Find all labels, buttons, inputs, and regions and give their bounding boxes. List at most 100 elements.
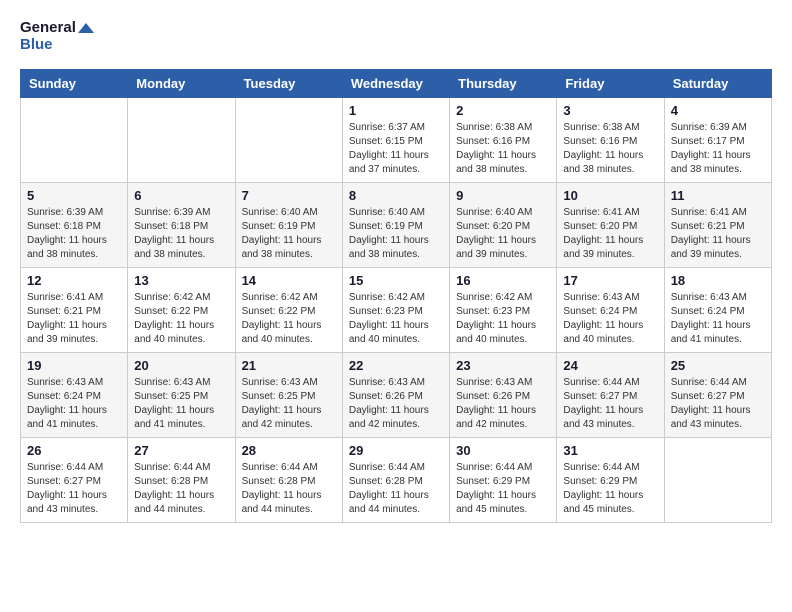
day-info: Sunrise: 6:43 AM Sunset: 6:25 PM Dayligh… xyxy=(134,376,228,432)
calendar-cell: 29 Sunrise: 6:44 AM Sunset: 6:28 PM Dayli… xyxy=(342,438,449,523)
calendar-cell: 14Sunrise: 6:42 AM Sunset: 6:22 PM Dayli… xyxy=(235,268,342,353)
calendar-cell: 18 Sunrise: 6:43 AM Sunset: 6:24 PM Dayli… xyxy=(664,268,771,353)
day-info: Sunrise: 6:40 AM Sunset: 6:19 PM Dayligh… xyxy=(242,206,336,262)
day-number: 22 xyxy=(349,358,443,373)
day-number: 5 xyxy=(27,188,121,203)
calendar-cell xyxy=(128,98,235,183)
day-info: Sunrise: 6:39 AM Sunset: 6:18 PM Dayligh… xyxy=(134,206,228,262)
calendar-cell: 12 Sunrise: 6:41 AM Sunset: 6:21 PM Dayli… xyxy=(21,268,128,353)
day-info: Sunrise: 6:42 AM Sunset: 6:22 PM Dayligh… xyxy=(134,291,228,347)
day-number: 12 xyxy=(27,273,121,288)
day-info: Sunrise: 6:41 AM Sunset: 6:21 PM Dayligh… xyxy=(27,291,121,347)
logo-text: General Blue xyxy=(20,20,94,53)
day-number: 15 xyxy=(349,273,443,288)
calendar-cell: 2Sunrise: 6:38 AM Sunset: 6:16 PM Daylig… xyxy=(450,98,557,183)
day-info: Sunrise: 6:41 AM Sunset: 6:21 PM Dayligh… xyxy=(671,206,765,262)
calendar-cell: 20 Sunrise: 6:43 AM Sunset: 6:25 PM Dayli… xyxy=(128,353,235,438)
day-number: 30 xyxy=(456,443,550,458)
calendar-week-row: 12 Sunrise: 6:41 AM Sunset: 6:21 PM Dayli… xyxy=(21,268,772,353)
calendar-cell: 4 Sunrise: 6:39 AM Sunset: 6:17 PM Daylig… xyxy=(664,98,771,183)
day-info: Sunrise: 6:40 AM Sunset: 6:19 PM Dayligh… xyxy=(349,206,443,262)
calendar-cell xyxy=(235,98,342,183)
calendar-cell: 16 Sunrise: 6:42 AM Sunset: 6:23 PM Dayli… xyxy=(450,268,557,353)
day-number: 21 xyxy=(242,358,336,373)
day-number: 19 xyxy=(27,358,121,373)
calendar-cell: 1 Sunrise: 6:37 AM Sunset: 6:15 PM Daylig… xyxy=(342,98,449,183)
calendar-cell: 7 Sunrise: 6:40 AM Sunset: 6:19 PM Daylig… xyxy=(235,183,342,268)
calendar-cell: 19 Sunrise: 6:43 AM Sunset: 6:24 PM Dayli… xyxy=(21,353,128,438)
col-header-thursday: Thursday xyxy=(450,70,557,98)
day-info: Sunrise: 6:43 AM Sunset: 6:26 PM Dayligh… xyxy=(456,376,550,432)
calendar-cell: 26 Sunrise: 6:44 AM Sunset: 6:27 PM Dayli… xyxy=(21,438,128,523)
day-number: 28 xyxy=(242,443,336,458)
calendar-cell: 27 Sunrise: 6:44 AM Sunset: 6:28 PM Dayli… xyxy=(128,438,235,523)
day-number: 4 xyxy=(671,103,765,118)
day-info: Sunrise: 6:37 AM Sunset: 6:15 PM Dayligh… xyxy=(349,121,443,177)
calendar-cell: 22 Sunrise: 6:43 AM Sunset: 6:26 PM Dayli… xyxy=(342,353,449,438)
day-number: 31 xyxy=(563,443,657,458)
calendar-cell xyxy=(664,438,771,523)
day-info: Sunrise: 6:38 AM Sunset: 6:16 PM Dayligh… xyxy=(563,121,657,177)
calendar-cell: 8 Sunrise: 6:40 AM Sunset: 6:19 PM Daylig… xyxy=(342,183,449,268)
calendar-cell: 11 Sunrise: 6:41 AM Sunset: 6:21 PM Dayli… xyxy=(664,183,771,268)
calendar-cell: 15Sunrise: 6:42 AM Sunset: 6:23 PM Dayli… xyxy=(342,268,449,353)
day-info: Sunrise: 6:42 AM Sunset: 6:23 PM Dayligh… xyxy=(456,291,550,347)
calendar-cell: 30 Sunrise: 6:44 AM Sunset: 6:29 PM Dayli… xyxy=(450,438,557,523)
day-number: 13 xyxy=(134,273,228,288)
calendar-cell: 13 Sunrise: 6:42 AM Sunset: 6:22 PM Dayli… xyxy=(128,268,235,353)
day-info: Sunrise: 6:41 AM Sunset: 6:20 PM Dayligh… xyxy=(563,206,657,262)
day-info: Sunrise: 6:44 AM Sunset: 6:28 PM Dayligh… xyxy=(242,461,336,517)
day-number: 17 xyxy=(563,273,657,288)
day-number: 1 xyxy=(349,103,443,118)
day-info: Sunrise: 6:44 AM Sunset: 6:28 PM Dayligh… xyxy=(134,461,228,517)
day-info: Sunrise: 6:44 AM Sunset: 6:29 PM Dayligh… xyxy=(563,461,657,517)
calendar-header-row: SundayMondayTuesdayWednesdayThursdayFrid… xyxy=(21,70,772,98)
col-header-wednesday: Wednesday xyxy=(342,70,449,98)
calendar-week-row: 5 Sunrise: 6:39 AM Sunset: 6:18 PM Daylig… xyxy=(21,183,772,268)
page-header: General Blue xyxy=(20,20,772,53)
day-number: 29 xyxy=(349,443,443,458)
day-number: 27 xyxy=(134,443,228,458)
calendar-cell: 17Sunrise: 6:43 AM Sunset: 6:24 PM Dayli… xyxy=(557,268,664,353)
calendar-table: SundayMondayTuesdayWednesdayThursdayFrid… xyxy=(20,69,772,523)
day-number: 7 xyxy=(242,188,336,203)
day-info: Sunrise: 6:39 AM Sunset: 6:18 PM Dayligh… xyxy=(27,206,121,262)
calendar-week-row: 19 Sunrise: 6:43 AM Sunset: 6:24 PM Dayli… xyxy=(21,353,772,438)
day-number: 24 xyxy=(563,358,657,373)
day-number: 16 xyxy=(456,273,550,288)
day-number: 26 xyxy=(27,443,121,458)
day-info: Sunrise: 6:43 AM Sunset: 6:26 PM Dayligh… xyxy=(349,376,443,432)
day-info: Sunrise: 6:44 AM Sunset: 6:28 PM Dayligh… xyxy=(349,461,443,517)
day-info: Sunrise: 6:39 AM Sunset: 6:17 PM Dayligh… xyxy=(671,121,765,177)
day-info: Sunrise: 6:44 AM Sunset: 6:27 PM Dayligh… xyxy=(27,461,121,517)
day-info: Sunrise: 6:43 AM Sunset: 6:24 PM Dayligh… xyxy=(27,376,121,432)
day-info: Sunrise: 6:44 AM Sunset: 6:27 PM Dayligh… xyxy=(671,376,765,432)
day-info: Sunrise: 6:43 AM Sunset: 6:24 PM Dayligh… xyxy=(671,291,765,347)
col-header-saturday: Saturday xyxy=(664,70,771,98)
col-header-monday: Monday xyxy=(128,70,235,98)
day-info: Sunrise: 6:40 AM Sunset: 6:20 PM Dayligh… xyxy=(456,206,550,262)
day-number: 20 xyxy=(134,358,228,373)
col-header-tuesday: Tuesday xyxy=(235,70,342,98)
day-number: 6 xyxy=(134,188,228,203)
day-number: 14 xyxy=(242,273,336,288)
day-number: 18 xyxy=(671,273,765,288)
calendar-cell: 9Sunrise: 6:40 AM Sunset: 6:20 PM Daylig… xyxy=(450,183,557,268)
day-info: Sunrise: 6:43 AM Sunset: 6:25 PM Dayligh… xyxy=(242,376,336,432)
day-info: Sunrise: 6:44 AM Sunset: 6:29 PM Dayligh… xyxy=(456,461,550,517)
calendar-cell: 3 Sunrise: 6:38 AM Sunset: 6:16 PM Daylig… xyxy=(557,98,664,183)
day-number: 11 xyxy=(671,188,765,203)
col-header-sunday: Sunday xyxy=(21,70,128,98)
day-info: Sunrise: 6:44 AM Sunset: 6:27 PM Dayligh… xyxy=(563,376,657,432)
day-number: 25 xyxy=(671,358,765,373)
calendar-cell: 10 Sunrise: 6:41 AM Sunset: 6:20 PM Dayli… xyxy=(557,183,664,268)
logo: General Blue xyxy=(20,20,94,53)
day-number: 8 xyxy=(349,188,443,203)
calendar-week-row: 1 Sunrise: 6:37 AM Sunset: 6:15 PM Daylig… xyxy=(21,98,772,183)
calendar-cell: 5 Sunrise: 6:39 AM Sunset: 6:18 PM Daylig… xyxy=(21,183,128,268)
day-number: 10 xyxy=(563,188,657,203)
calendar-cell: 23Sunrise: 6:43 AM Sunset: 6:26 PM Dayli… xyxy=(450,353,557,438)
day-number: 3 xyxy=(563,103,657,118)
calendar-cell: 25 Sunrise: 6:44 AM Sunset: 6:27 PM Dayli… xyxy=(664,353,771,438)
day-info: Sunrise: 6:38 AM Sunset: 6:16 PM Dayligh… xyxy=(456,121,550,177)
